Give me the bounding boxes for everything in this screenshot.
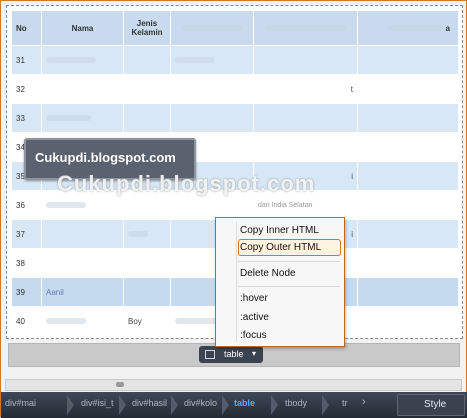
header-no: No — [11, 10, 42, 46]
row-number: 38 — [11, 248, 42, 278]
table-row[interactable]: 31 — [11, 45, 459, 75]
header-col4 — [170, 10, 254, 46]
menu-copy-outer-html[interactable]: Copy Outer HTML — [240, 242, 321, 253]
chevron-right-icon[interactable]: › — [362, 396, 366, 408]
menu-copy-inner-html[interactable]: Copy Inner HTML — [240, 225, 319, 236]
breadcrumb-item[interactable]: div#isi_t — [81, 398, 114, 408]
menu-active[interactable]: :active — [240, 312, 269, 323]
banner-text: Cukupdi.blogspot.com — [35, 150, 176, 165]
menu-focus[interactable]: :focus — [240, 330, 267, 341]
menu-delete-node[interactable]: Delete Node — [240, 268, 296, 279]
element-pill[interactable]: table ▾ — [199, 346, 263, 363]
menu-separator — [238, 286, 340, 287]
breadcrumb-item-active[interactable]: table — [234, 398, 255, 408]
breadcrumb-item[interactable]: tr — [342, 398, 348, 408]
horizontal-scrollbar[interactable] — [5, 379, 462, 391]
menu-hover[interactable]: :hover — [240, 293, 268, 304]
breadcrumb-item[interactable]: div#hasil — [132, 398, 167, 408]
breadcrumb-item[interactable]: tbody — [285, 398, 307, 408]
row-number: 32 — [11, 74, 42, 104]
chevron-down-icon[interactable]: ▾ — [252, 349, 256, 358]
row-number: 33 — [11, 103, 42, 133]
header-col6: a — [357, 10, 459, 46]
watermark-text: Cukupdi.blogspot.com — [57, 171, 316, 196]
inspect-icon[interactable] — [205, 350, 215, 359]
header-jenis-kelamin: Jenis Kelamin — [123, 10, 171, 46]
menu-separator — [238, 261, 340, 262]
table-row[interactable]: 32 t — [11, 74, 459, 104]
table-row[interactable]: 33 — [11, 103, 459, 133]
row-gender: Boy — [123, 306, 171, 336]
header-nama: Nama — [41, 10, 124, 46]
scrollbar-thumb[interactable] — [116, 382, 124, 387]
row-number: 36 — [11, 190, 42, 220]
menu-gutter — [236, 222, 237, 342]
breadcrumb-item[interactable]: div#kolo — [184, 398, 217, 408]
header-col5 — [253, 10, 358, 46]
row-number: 39 — [11, 277, 42, 307]
inspector-frame: No Nama Jenis Kelamin a 31 32 t 33 34 35… — [0, 0, 467, 418]
row-name: Aanil — [41, 277, 124, 307]
row-number: 37 — [11, 219, 42, 249]
style-button-label: Style — [424, 399, 447, 410]
breadcrumb-item[interactable]: div#mai — [5, 398, 36, 408]
style-button[interactable]: Style — [397, 394, 465, 416]
row-number: 31 — [11, 45, 42, 75]
breadcrumb: div#mai div#isi_t div#hasil div#kolo tab… — [1, 392, 467, 418]
element-pill-label: table — [224, 349, 244, 359]
context-menu: Copy Inner HTML Copy Outer HTML Delete N… — [215, 217, 345, 347]
row-number: 40 — [11, 306, 42, 336]
